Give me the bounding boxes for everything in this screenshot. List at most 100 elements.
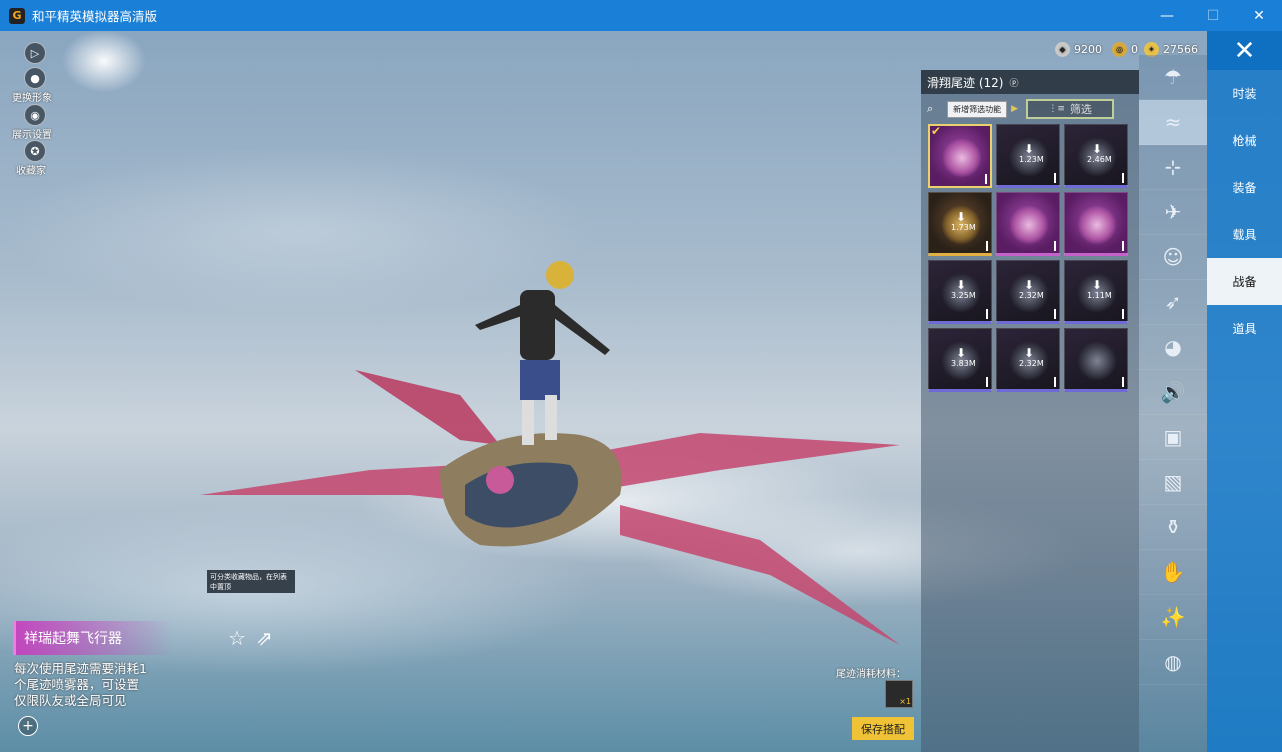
jet-icon[interactable]: ➶ bbox=[1139, 280, 1207, 325]
plane-icon[interactable]: ✈ bbox=[1139, 190, 1207, 235]
item-grid: ✔ ⬇ 1.23M ⬇ 2.46M ⬇ 1.73M ⬇ 3.25M ⬇ 2.32M ⬇ 1.11M ⬇ 3.… bbox=[928, 124, 1128, 392]
new-filter-tag: 新增筛选功能 bbox=[947, 100, 1008, 118]
close-window-button[interactable]: ✕ bbox=[1236, 0, 1282, 31]
filter-icon: ⋮≡ bbox=[1048, 104, 1065, 114]
close-icon: ✕ bbox=[1233, 35, 1256, 66]
trail-item-tile[interactable] bbox=[996, 192, 1060, 256]
left-menu-label: 展示设置 bbox=[12, 130, 52, 141]
trail-item-tile[interactable]: ⬇ 2.46M bbox=[1064, 124, 1128, 188]
play-icon: ▷ bbox=[24, 42, 46, 64]
left-menu-label: 更换形象 bbox=[12, 93, 52, 104]
consume-count: ×1 bbox=[899, 697, 911, 706]
collect-tooltip: 可分类收藏物品，在列表中置顶 bbox=[207, 570, 295, 593]
drone-icon[interactable]: ⊹ bbox=[1139, 145, 1207, 190]
main-tabs: ✕ 时装 枪械 装备 载具 战备 道具 bbox=[1207, 31, 1282, 752]
panel-title-text: 滑翔尾迹 (12) bbox=[927, 75, 1004, 90]
panel-title: 滑翔尾迹 (12) ⓟ bbox=[921, 70, 1139, 94]
consume-label: 尾迹消耗材料： bbox=[836, 669, 906, 680]
left-menu-label: 收藏家 bbox=[16, 166, 46, 177]
save-outfit-button[interactable]: 保存搭配 bbox=[852, 717, 914, 740]
trail-item-tile[interactable]: ⬇ 3.83M bbox=[928, 328, 992, 392]
download-size: 3.83M bbox=[951, 359, 976, 368]
tab-4[interactable]: 战备 bbox=[1207, 258, 1282, 305]
favorite-star-icon[interactable]: ☆ bbox=[228, 626, 246, 650]
hand-icon[interactable]: ✋ bbox=[1139, 550, 1207, 595]
spray-item-icon[interactable]: ×1 bbox=[885, 680, 913, 708]
item-thumbnail bbox=[1077, 341, 1117, 381]
download-icon: ⬇ bbox=[1023, 278, 1035, 292]
download-badge: ⬇ 1.11M bbox=[1087, 278, 1112, 300]
desc-line: 每次使用尾迹需要消耗1 bbox=[14, 661, 147, 676]
quantity-mark bbox=[1122, 173, 1124, 183]
filter-label: 筛选 bbox=[1069, 103, 1092, 116]
trail-item-tile[interactable] bbox=[1064, 192, 1128, 256]
download-badge: ⬇ 2.46M bbox=[1087, 142, 1112, 164]
maximize-button[interactable]: ☐ bbox=[1190, 0, 1236, 31]
minimize-button[interactable]: — bbox=[1144, 0, 1190, 31]
collection-icon: ✪ bbox=[24, 140, 46, 162]
zoom-in-button[interactable]: + bbox=[18, 716, 38, 736]
window-title: 和平精英模拟器高清版 bbox=[32, 9, 158, 24]
silver-coin-icon: ◆ bbox=[1055, 42, 1070, 57]
download-icon: ⬇ bbox=[955, 346, 967, 360]
sticker-icon[interactable]: ▣ bbox=[1139, 415, 1207, 460]
download-icon: ⬇ bbox=[1091, 142, 1103, 156]
tab-5[interactable]: 道具 bbox=[1207, 305, 1282, 352]
filter-button[interactable]: ⋮≡ 筛选 bbox=[1026, 99, 1115, 119]
tab-1[interactable]: 枪械 bbox=[1207, 117, 1282, 164]
download-icon: ⬇ bbox=[955, 210, 967, 224]
trail-item-tile[interactable] bbox=[1064, 328, 1128, 392]
close-panel-button[interactable]: ✕ bbox=[1207, 31, 1282, 70]
download-size: 1.73M bbox=[951, 223, 976, 232]
grenade-icon[interactable]: ⚱ bbox=[1139, 505, 1207, 550]
left-menu-avatar[interactable]: ● 更换形象 bbox=[12, 67, 52, 104]
trail-item-tile[interactable]: ⬇ 1.73M bbox=[928, 192, 992, 256]
trail-item-tile[interactable]: ✔ bbox=[928, 124, 992, 188]
tab-3[interactable]: 载具 bbox=[1207, 211, 1282, 258]
quantity-mark bbox=[1122, 377, 1124, 387]
desc-line: 仅限队友或全局可见 bbox=[14, 693, 127, 708]
trail-item-tile[interactable]: ⬇ 1.23M bbox=[996, 124, 1060, 188]
quantity-mark bbox=[1054, 173, 1056, 183]
download-badge: ⬇ 1.23M bbox=[1019, 143, 1044, 164]
download-size: 1.11M bbox=[1087, 291, 1112, 300]
glider-trail-icon[interactable]: ≈ bbox=[1139, 100, 1207, 145]
left-menu-play[interactable]: ▷ bbox=[20, 42, 50, 64]
panel-toolbar: ⌕ 新增筛选功能 ▶ ⋮≡ 筛选 bbox=[921, 98, 1139, 120]
left-menu-collection[interactable]: ✪ 收藏家 bbox=[16, 140, 50, 177]
item-thumbnail bbox=[942, 138, 982, 178]
tab-0[interactable]: 时装 bbox=[1207, 70, 1282, 117]
trail-item-tile[interactable]: ⬇ 2.32M bbox=[996, 260, 1060, 324]
download-badge: ⬇ 3.25M bbox=[951, 279, 976, 300]
emote-icon[interactable]: ☺ bbox=[1139, 235, 1207, 280]
currency-coupon: ◎ 0 bbox=[1112, 42, 1138, 57]
item-thumbnail bbox=[1077, 205, 1117, 245]
category-column: ☂ ≈ ⊹ ✈ ☺ ➶ ◕ 🔊 ▣ ▧ ⚱ ✋ ✨ ◍ bbox=[1139, 55, 1207, 752]
glider-character-render bbox=[200, 261, 900, 645]
checkmark-icon: ✔ bbox=[931, 124, 942, 138]
glider-trail-panel: 滑翔尾迹 (12) ⓟ ⌕ 新增筛选功能 ▶ ⋮≡ 筛选 ✔ ⬇ 1.23M ⬇ 2.4… bbox=[921, 70, 1139, 752]
left-menu-display[interactable]: ◉ 展示设置 bbox=[12, 104, 52, 141]
download-icon: ⬇ bbox=[1091, 278, 1103, 292]
trail-item-tile[interactable]: ⬇ 1.11M bbox=[1064, 260, 1128, 324]
currency-value: 0 bbox=[1131, 43, 1138, 56]
trail-item-tile[interactable]: ⬇ 3.25M bbox=[928, 260, 992, 324]
download-icon: ⬇ bbox=[1023, 346, 1035, 360]
speaker-icon[interactable]: 🔊 bbox=[1139, 370, 1207, 415]
ufo-icon[interactable]: ◍ bbox=[1139, 640, 1207, 685]
info-icon[interactable]: ⓟ bbox=[1009, 76, 1018, 89]
download-badge: ⬇ 2.32M bbox=[1019, 278, 1044, 300]
share-icon[interactable]: ⇗ bbox=[256, 626, 273, 650]
photo-icon[interactable]: ▧ bbox=[1139, 460, 1207, 505]
search-icon[interactable]: ⌕ bbox=[927, 102, 933, 116]
pet-icon[interactable]: ◕ bbox=[1139, 325, 1207, 370]
trail-item-tile[interactable]: ⬇ 2.32M bbox=[996, 328, 1060, 392]
quantity-mark bbox=[1054, 241, 1056, 251]
title-bar: G 和平精英模拟器高清版 — ☐ ✕ bbox=[0, 0, 1282, 31]
currency-silver: ◆ 9200 bbox=[1055, 42, 1102, 57]
tab-2[interactable]: 装备 bbox=[1207, 164, 1282, 211]
parachute-icon[interactable]: ☂ bbox=[1139, 55, 1207, 100]
download-badge: ⬇ 3.83M bbox=[951, 346, 976, 368]
currency-value: 9200 bbox=[1074, 43, 1102, 56]
sparkle-icon[interactable]: ✨ bbox=[1139, 595, 1207, 640]
